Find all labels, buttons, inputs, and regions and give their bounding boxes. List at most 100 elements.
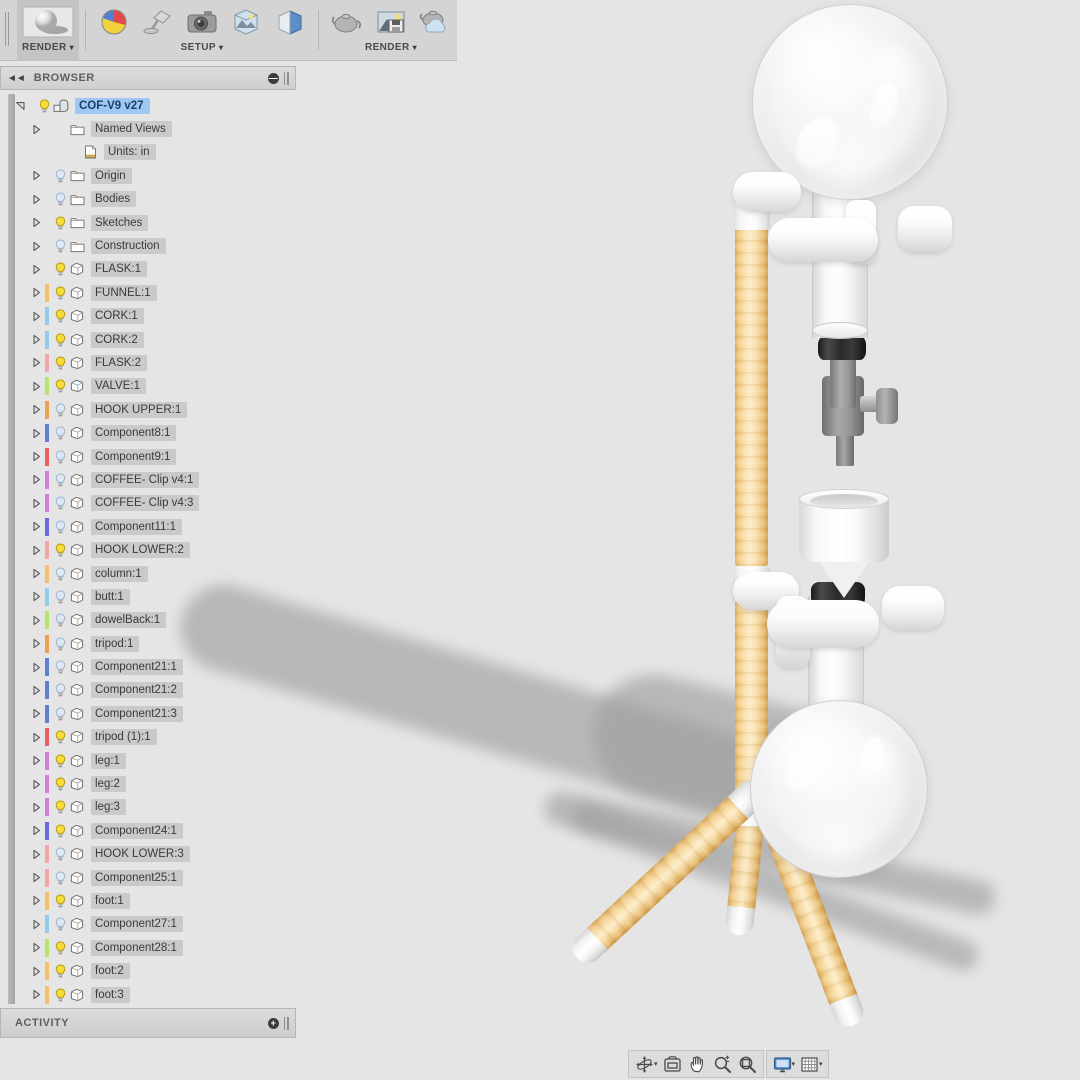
tree-item-sketches[interactable]: Sketches <box>0 211 296 234</box>
tree-item-hook-lower-3[interactable]: HOOK LOWER:3 <box>0 843 296 866</box>
decal-icon[interactable] <box>224 2 268 42</box>
browser-header[interactable]: ◄◄ BROWSER — <box>0 66 296 90</box>
tree-expand-arrow-icon[interactable] <box>30 333 43 346</box>
tree-item-component21-2[interactable]: Component21:2 <box>0 679 296 702</box>
tree-item-tripod-1-1[interactable]: tripod (1):1 <box>0 726 296 749</box>
panel-resize-grip[interactable] <box>284 71 289 85</box>
tree-expand-arrow-icon[interactable] <box>30 824 43 837</box>
scene-settings-lamp-icon[interactable] <box>136 2 180 42</box>
tree-item-cork-1[interactable]: CORK:1 <box>0 305 296 328</box>
tree-item-cork-2[interactable]: CORK:2 <box>0 328 296 351</box>
tree-item-construction[interactable]: Construction <box>0 234 296 257</box>
visibility-bulb-on-icon[interactable] <box>52 333 68 347</box>
visibility-bulb-on-icon[interactable] <box>52 800 68 814</box>
tree-expand-arrow-icon[interactable] <box>30 661 43 674</box>
visibility-bulb-off-icon[interactable] <box>52 613 68 627</box>
tree-expand-arrow-icon[interactable] <box>30 614 43 627</box>
tree-expand-arrow-icon[interactable] <box>30 216 43 229</box>
tree-item-foot-2[interactable]: foot:2 <box>0 959 296 982</box>
tree-item-tripod-1[interactable]: tripod:1 <box>0 632 296 655</box>
tree-item-flask-2[interactable]: FLASK:2 <box>0 351 296 374</box>
tree-item-coffee-clip-v4-3[interactable]: COFFEE- Clip v4:3 <box>0 492 296 515</box>
tree-item-component24-1[interactable]: Component24:1 <box>0 819 296 842</box>
workspace-label-row[interactable]: RENDER ▾ <box>22 42 74 53</box>
tree-item-dowelback-1[interactable]: dowelBack:1 <box>0 609 296 632</box>
visibility-bulb-off-icon[interactable] <box>52 169 68 183</box>
tree-expand-arrow-icon[interactable] <box>30 403 43 416</box>
visibility-bulb-off-icon[interactable] <box>52 566 68 581</box>
tree-item-leg-1[interactable]: leg:1 <box>0 749 296 772</box>
visibility-bulb-on-icon[interactable] <box>52 286 68 300</box>
visibility-bulb-off-icon[interactable] <box>52 450 68 464</box>
visibility-bulb-off-icon[interactable] <box>52 637 68 651</box>
display-capture-icon[interactable] <box>268 2 312 42</box>
visibility-bulb-on-icon[interactable] <box>52 894 68 908</box>
tree-expand-arrow-icon[interactable] <box>30 894 43 907</box>
tree-item-component28-1[interactable]: Component28:1 <box>0 936 296 959</box>
browser-tree[interactable]: COF-V9 v27 Named Views Units: in Origin Bodi… <box>0 90 296 1004</box>
tree-item-foot-3[interactable]: foot:3 <box>0 983 296 1004</box>
visibility-bulb-off-icon[interactable] <box>52 473 68 487</box>
chevron-down-icon[interactable]: ▾ <box>792 1060 796 1068</box>
visibility-bulb-off-icon[interactable] <box>52 847 68 861</box>
visibility-bulb-off-icon[interactable] <box>52 496 68 510</box>
visibility-bulb-on-icon[interactable] <box>52 754 68 768</box>
visibility-bulb-off-icon[interactable] <box>52 707 68 721</box>
tree-expand-arrow-icon[interactable] <box>30 450 43 463</box>
activity-panel-header[interactable]: ACTIVITY + <box>0 1008 296 1038</box>
visibility-bulb-off-icon[interactable] <box>52 520 68 534</box>
tree-expand-arrow-icon[interactable] <box>30 427 43 440</box>
pan-hand-icon[interactable] <box>685 1052 710 1076</box>
tree-item-foot-1[interactable]: foot:1 <box>0 889 296 912</box>
tree-expand-arrow-icon[interactable] <box>30 544 43 557</box>
tree-collapse-arrow-icon[interactable] <box>14 99 27 112</box>
tree-item-component21-1[interactable]: Component21:1 <box>0 655 296 678</box>
tree-expand-arrow-icon[interactable] <box>30 918 43 931</box>
fit-icon[interactable] <box>735 1052 760 1076</box>
tree-expand-arrow-icon[interactable] <box>30 941 43 954</box>
visibility-bulb-on-icon[interactable] <box>52 730 68 744</box>
texture-map-controls-camera-icon[interactable] <box>180 2 224 42</box>
visibility-bulb-off-icon[interactable] <box>52 239 68 253</box>
tree-item-units-in[interactable]: Units: in <box>0 141 296 164</box>
tree-expand-arrow-icon[interactable] <box>30 193 43 206</box>
tree-expand-arrow-icon[interactable] <box>30 731 43 744</box>
appearance-icon[interactable] <box>92 2 136 42</box>
tree-expand-arrow-icon[interactable] <box>30 356 43 369</box>
look-at-icon[interactable] <box>660 1052 685 1076</box>
tree-item-component9-1[interactable]: Component9:1 <box>0 445 296 468</box>
zoom-icon[interactable] <box>710 1052 735 1076</box>
visibility-bulb-off-icon[interactable] <box>52 403 68 417</box>
add-activity-icon[interactable]: + <box>268 1017 279 1029</box>
visibility-bulb-on-icon[interactable] <box>52 964 68 978</box>
tree-item-coffee-clip-v4-1[interactable]: COFFEE- Clip v4:1 <box>0 468 296 491</box>
visibility-bulb-off-icon[interactable] <box>52 917 68 931</box>
render-group-label-row[interactable]: RENDER ▾ <box>365 42 417 53</box>
tree-expand-arrow-icon[interactable] <box>30 871 43 884</box>
tree-item-component8-1[interactable]: Component8:1 <box>0 421 296 444</box>
tree-expand-arrow-icon[interactable] <box>30 965 43 978</box>
tree-item-component11-1[interactable]: Component11:1 <box>0 515 296 538</box>
tree-expand-arrow-icon[interactable] <box>30 988 43 1001</box>
tree-expand-arrow-icon[interactable] <box>30 169 43 182</box>
visibility-bulb-on-icon[interactable] <box>52 543 68 557</box>
tree-item-leg-3[interactable]: leg:3 <box>0 796 296 819</box>
chevron-down-icon[interactable]: ▾ <box>654 1060 658 1068</box>
visibility-bulb-on-icon[interactable] <box>52 379 68 393</box>
tree-item-funnel-1[interactable]: FUNNEL:1 <box>0 281 296 304</box>
tree-expand-arrow-icon[interactable] <box>30 590 43 603</box>
visibility-bulb-off-icon[interactable] <box>52 871 68 885</box>
in-canvas-render-teapot-icon[interactable] <box>325 2 369 42</box>
visibility-bulb-off-icon[interactable] <box>52 660 68 674</box>
tree-expand-arrow-icon[interactable] <box>30 567 43 580</box>
tree-expand-arrow-icon[interactable] <box>30 286 43 299</box>
tree-item-cof-v9-v27[interactable]: COF-V9 v27 <box>0 94 296 117</box>
panel-resize-grip[interactable] <box>284 1016 289 1030</box>
visibility-bulb-on-icon[interactable] <box>52 309 68 323</box>
tree-item-named-views[interactable]: Named Views <box>0 117 296 140</box>
tree-item-flask-1[interactable]: FLASK:1 <box>0 258 296 281</box>
tree-item-bodies[interactable]: Bodies <box>0 188 296 211</box>
render-workspace-icon[interactable] <box>17 2 79 42</box>
tree-expand-arrow-icon[interactable] <box>30 778 43 791</box>
chevron-down-icon[interactable]: ▾ <box>819 1060 823 1068</box>
